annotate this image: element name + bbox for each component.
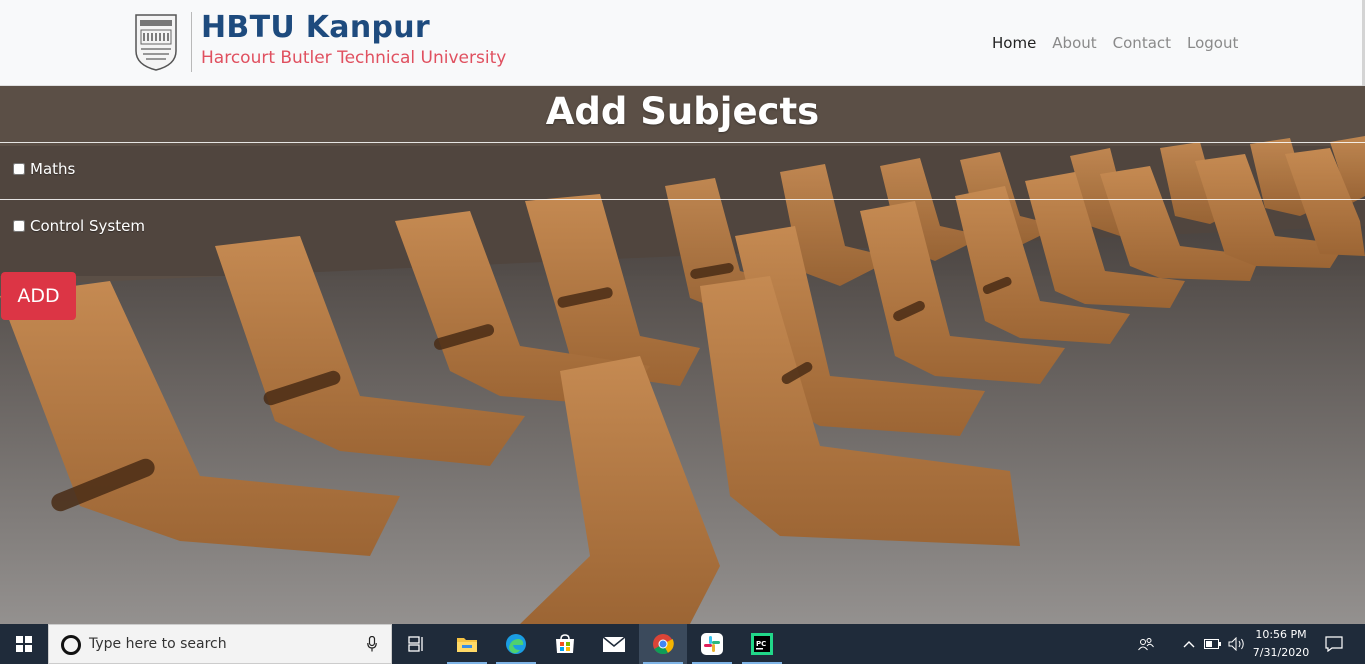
- classroom-background-image: [0, 86, 1365, 624]
- nav-logout[interactable]: Logout: [1187, 34, 1238, 52]
- navbar: HBTU Kanpur Harcourt Butler Technical Un…: [0, 0, 1365, 86]
- nav-about[interactable]: About: [1052, 34, 1096, 52]
- file-explorer-icon[interactable]: [443, 624, 491, 664]
- brand-title[interactable]: HBTU Kanpur: [201, 10, 430, 45]
- task-view-icon[interactable]: [393, 624, 441, 664]
- page-title: Add Subjects: [545, 90, 820, 133]
- pycharm-icon[interactable]: PC: [738, 624, 786, 664]
- microphone-icon[interactable]: [367, 636, 377, 652]
- slack-icon[interactable]: [688, 624, 736, 664]
- edge-browser-icon[interactable]: [492, 624, 540, 664]
- microsoft-store-icon[interactable]: [541, 624, 589, 664]
- notification-icon[interactable]: [1317, 624, 1351, 664]
- clock-date[interactable]: 7/31/2020: [1246, 646, 1316, 659]
- nav-home[interactable]: Home: [992, 34, 1036, 52]
- main-content: Add Subjects Maths Control System: [0, 86, 1365, 624]
- subject-option: Maths: [13, 160, 75, 178]
- university-logo[interactable]: [133, 13, 179, 71]
- divider: [0, 142, 1365, 143]
- subject-checkbox-maths[interactable]: [13, 163, 25, 175]
- cortana-icon: [61, 635, 81, 655]
- start-button[interactable]: [0, 624, 48, 664]
- subject-label-control-system[interactable]: Control System: [30, 217, 145, 235]
- add-button[interactable]: ADD: [1, 272, 76, 320]
- chrome-icon[interactable]: [639, 624, 687, 664]
- brand-subtitle: Harcourt Butler Technical University: [201, 48, 507, 68]
- divider: [0, 199, 1365, 200]
- svg-text:PC: PC: [756, 640, 766, 648]
- search-placeholder: Type here to search: [89, 636, 227, 652]
- nav-contact[interactable]: Contact: [1113, 34, 1171, 52]
- clock-time[interactable]: 10:56 PM: [1246, 628, 1316, 641]
- subject-checkbox-control-system[interactable]: [13, 220, 25, 232]
- chevron-up-icon[interactable]: [1177, 624, 1201, 664]
- windows-taskbar: Type here to search PC 10:56 PM 7/31/202…: [0, 624, 1365, 664]
- subject-label-maths[interactable]: Maths: [30, 160, 75, 178]
- subject-option: Control System: [13, 217, 145, 235]
- main-nav: Home About Contact Logout: [992, 34, 1254, 52]
- brand-divider: [191, 12, 192, 72]
- taskbar-search[interactable]: Type here to search: [48, 624, 392, 664]
- mail-icon[interactable]: [590, 624, 638, 664]
- battery-icon[interactable]: [1201, 624, 1225, 664]
- windows-icon: [16, 636, 32, 652]
- people-icon[interactable]: [1130, 624, 1162, 664]
